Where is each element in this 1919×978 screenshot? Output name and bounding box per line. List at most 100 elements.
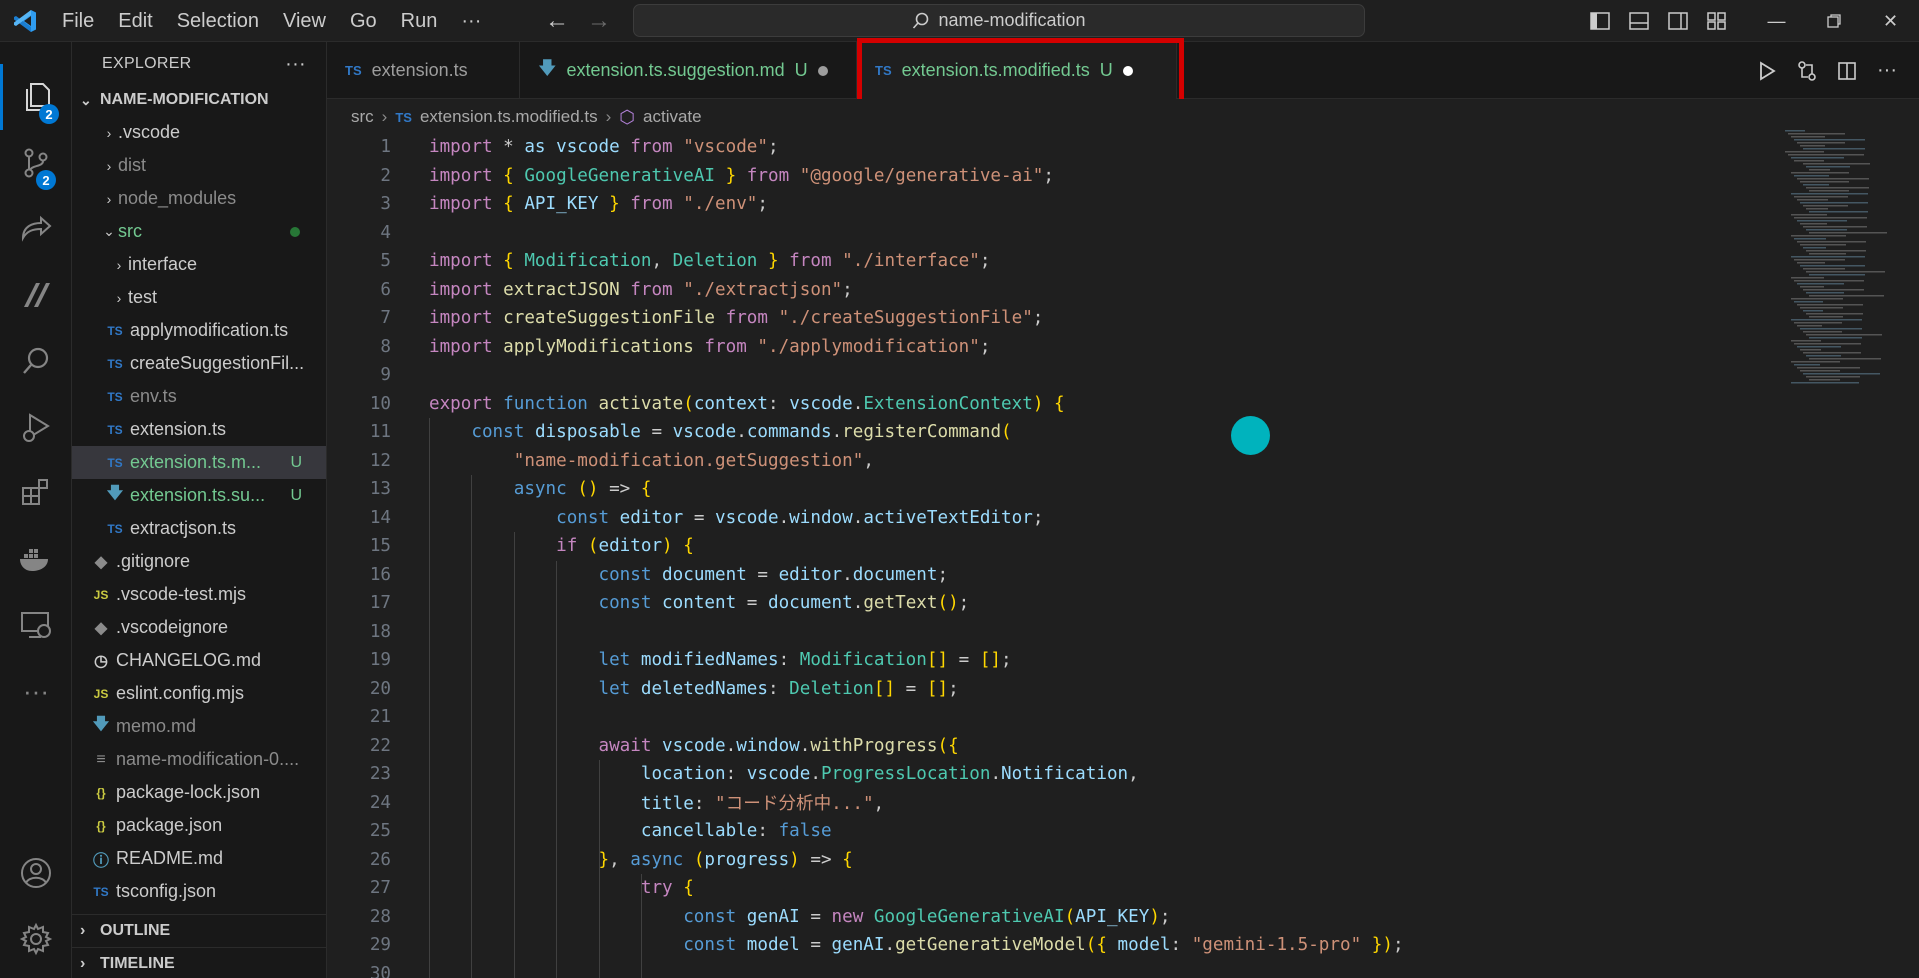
run-debug-activity[interactable] xyxy=(0,394,72,460)
forward-arrow-icon[interactable]: → xyxy=(587,7,611,35)
tree-item-extension[interactable]: TS extension.ts xyxy=(72,413,326,446)
tree-item-test[interactable]: › test xyxy=(72,281,326,314)
more-actions-icon[interactable]: ··· xyxy=(1873,57,1901,85)
extension-slash-activity[interactable] xyxy=(0,262,72,328)
toggle-panel-icon[interactable] xyxy=(1619,0,1658,42)
tree-item-extension-modified[interactable]: TS extension.ts.m... U xyxy=(72,446,326,479)
code-line[interactable]: 6 import extractJSON from "./extractjson"… xyxy=(327,276,1777,305)
code-line[interactable]: 4 xyxy=(327,219,1777,248)
tab-extension-modified-ts[interactable]: TS extension.ts.modified.ts U xyxy=(857,42,1177,99)
code-line[interactable]: 3 import { API_KEY } from "./env"; xyxy=(327,190,1777,219)
tab-extension-ts[interactable]: TS extension.ts xyxy=(327,42,520,99)
back-arrow-icon[interactable]: ← xyxy=(545,7,569,35)
code-line[interactable]: 2 import { GoogleGenerativeAI } from "@go… xyxy=(327,162,1777,191)
toggle-secondary-sidebar-icon[interactable] xyxy=(1658,0,1697,42)
tree-item-vscode[interactable]: › .vscode xyxy=(72,116,326,149)
code-line[interactable]: 23 location: vscode.ProgressLocation.Not… xyxy=(327,760,1777,789)
unsaved-dot-icon[interactable] xyxy=(1122,65,1133,76)
code-line[interactable]: 27 try { xyxy=(327,874,1777,903)
code-line[interactable]: 19 let modifiedNames: Modification[] = [… xyxy=(327,646,1777,675)
tree-item-vsix[interactable]: ≡ name-modification-0.... xyxy=(72,743,326,776)
tree-item-extractjson[interactable]: TS extractjson.ts xyxy=(72,512,326,545)
menu-more[interactable]: ··· xyxy=(449,0,493,42)
code-line[interactable]: 1 import * as vscode from "vscode"; xyxy=(327,135,1777,162)
tree-item-readme[interactable]: ⓘ README.md xyxy=(72,842,326,875)
run-icon[interactable] xyxy=(1753,57,1781,85)
code-line[interactable]: 28 const genAI = new GoogleGenerativeAI(… xyxy=(327,903,1777,932)
tree-item-node-modules[interactable]: › node_modules xyxy=(72,182,326,215)
code-line[interactable]: 20 let deletedNames: Deletion[] = []; xyxy=(327,675,1777,704)
explorer-more-button[interactable]: ··· xyxy=(285,53,306,76)
tab-extension-suggestion-md[interactable]: 🡇 extension.ts.suggestion.md U xyxy=(520,42,857,99)
tree-item-tsconfig[interactable]: TS tsconfig.json xyxy=(72,875,326,908)
tree-item-vscode-test[interactable]: JS .vscode-test.mjs xyxy=(72,578,326,611)
tree-item-eslint-config[interactable]: JS eslint.config.mjs xyxy=(72,677,326,710)
tree-item-gitignore[interactable]: ◆ .gitignore xyxy=(72,545,326,578)
source-control-activity[interactable]: 2 xyxy=(0,130,72,196)
minimize-icon[interactable]: — xyxy=(1748,0,1805,42)
code-line[interactable]: 16 const document = editor.document; xyxy=(327,561,1777,590)
code-line[interactable]: 12 "name-modification.getSuggestion", xyxy=(327,447,1777,476)
code-line[interactable]: 14 const editor = vscode.window.activeTe… xyxy=(327,504,1777,533)
restore-icon[interactable] xyxy=(1805,0,1862,42)
menu-edit[interactable]: Edit xyxy=(106,0,164,42)
menu-view[interactable]: View xyxy=(271,0,338,42)
accounts-activity[interactable] xyxy=(0,840,72,906)
tree-item-package-json[interactable]: {} package.json xyxy=(72,809,326,842)
code-line[interactable]: 22 await vscode.window.withProgress({ xyxy=(327,732,1777,761)
code-line[interactable]: 24 title: "コード分析中...", xyxy=(327,789,1777,818)
unsaved-dot-icon[interactable] xyxy=(817,65,828,76)
compare-changes-icon[interactable] xyxy=(1793,57,1821,85)
docker-activity[interactable] xyxy=(0,526,72,592)
vscode-logo-icon[interactable] xyxy=(0,0,50,42)
code-line[interactable]: 29 const model = genAI.getGenerativeMode… xyxy=(327,931,1777,960)
extensions-activity[interactable] xyxy=(0,460,72,526)
menu-selection[interactable]: Selection xyxy=(165,0,271,42)
code-line[interactable]: 25 cancellable: false xyxy=(327,817,1777,846)
tree-item-extension-suggestion[interactable]: 🡇 extension.ts.su... U xyxy=(72,479,326,512)
tree-item-applymodification[interactable]: TS applymodification.ts xyxy=(72,314,326,347)
explorer-activity[interactable]: 2 xyxy=(0,64,72,130)
code-line[interactable]: 8 import applyModifications from "./apply… xyxy=(327,333,1777,362)
tree-item-package-lock[interactable]: {} package-lock.json xyxy=(72,776,326,809)
code-line[interactable]: 13 async () => { xyxy=(327,475,1777,504)
breadcrumb-folder[interactable]: src xyxy=(351,107,374,127)
customize-layout-icon[interactable] xyxy=(1697,0,1736,42)
code-line[interactable]: 9 xyxy=(327,361,1777,390)
tree-item-dist[interactable]: › dist xyxy=(72,149,326,182)
code-line[interactable]: 10 export function activate(context: vsco… xyxy=(327,390,1777,419)
menu-go[interactable]: Go xyxy=(338,0,389,42)
code-line[interactable]: 17 const content = document.getText(); xyxy=(327,589,1777,618)
search-activity[interactable] xyxy=(0,328,72,394)
workspace-section[interactable]: ⌄ NAME-MODIFICATION xyxy=(72,86,326,114)
code-line[interactable]: 5 import { Modification, Deletion } from … xyxy=(327,247,1777,276)
code-line[interactable]: 30 xyxy=(327,960,1777,978)
code-line[interactable]: 21 xyxy=(327,703,1777,732)
code-line[interactable]: 26 }, async (progress) => { xyxy=(327,846,1777,875)
toggle-primary-sidebar-icon[interactable] xyxy=(1580,0,1619,42)
remote-activity[interactable] xyxy=(0,196,72,262)
command-center-search[interactable]: name-modification xyxy=(633,4,1365,37)
remote-explorer-activity[interactable] xyxy=(0,592,72,658)
breadcrumb-file[interactable]: extension.ts.modified.ts xyxy=(420,107,598,127)
code-line[interactable]: 18 xyxy=(327,618,1777,647)
timeline-section[interactable]: › TIMELINE xyxy=(72,947,326,978)
more-activities[interactable]: ··· xyxy=(0,658,72,724)
tree-item-createsuggestionfile[interactable]: TS createSuggestionFil... xyxy=(72,347,326,380)
code-line[interactable]: 11 const disposable = vscode.commands.re… xyxy=(327,418,1777,447)
code-line[interactable]: 15 if (editor) { xyxy=(327,532,1777,561)
menu-run[interactable]: Run xyxy=(389,0,450,42)
tree-item-vscodeignore[interactable]: ◆ .vscodeignore xyxy=(72,611,326,644)
breadcrumb-symbol[interactable]: activate xyxy=(643,107,702,127)
tree-item-changelog[interactable]: ◷ CHANGELOG.md xyxy=(72,644,326,677)
tree-item-src[interactable]: ⌄ src xyxy=(72,215,326,248)
outline-section[interactable]: › OUTLINE xyxy=(72,914,326,947)
tree-item-memo[interactable]: 🡇 memo.md xyxy=(72,710,326,743)
code-editor[interactable]: 1 import * as vscode from "vscode"; 2 impor… xyxy=(327,135,1919,978)
close-icon[interactable]: ✕ xyxy=(1862,0,1919,42)
minimap[interactable] xyxy=(1785,130,1905,390)
split-editor-icon[interactable] xyxy=(1833,57,1861,85)
menu-file[interactable]: File xyxy=(50,0,106,42)
tree-item-env[interactable]: TS env.ts xyxy=(72,380,326,413)
manage-activity[interactable] xyxy=(0,906,72,972)
